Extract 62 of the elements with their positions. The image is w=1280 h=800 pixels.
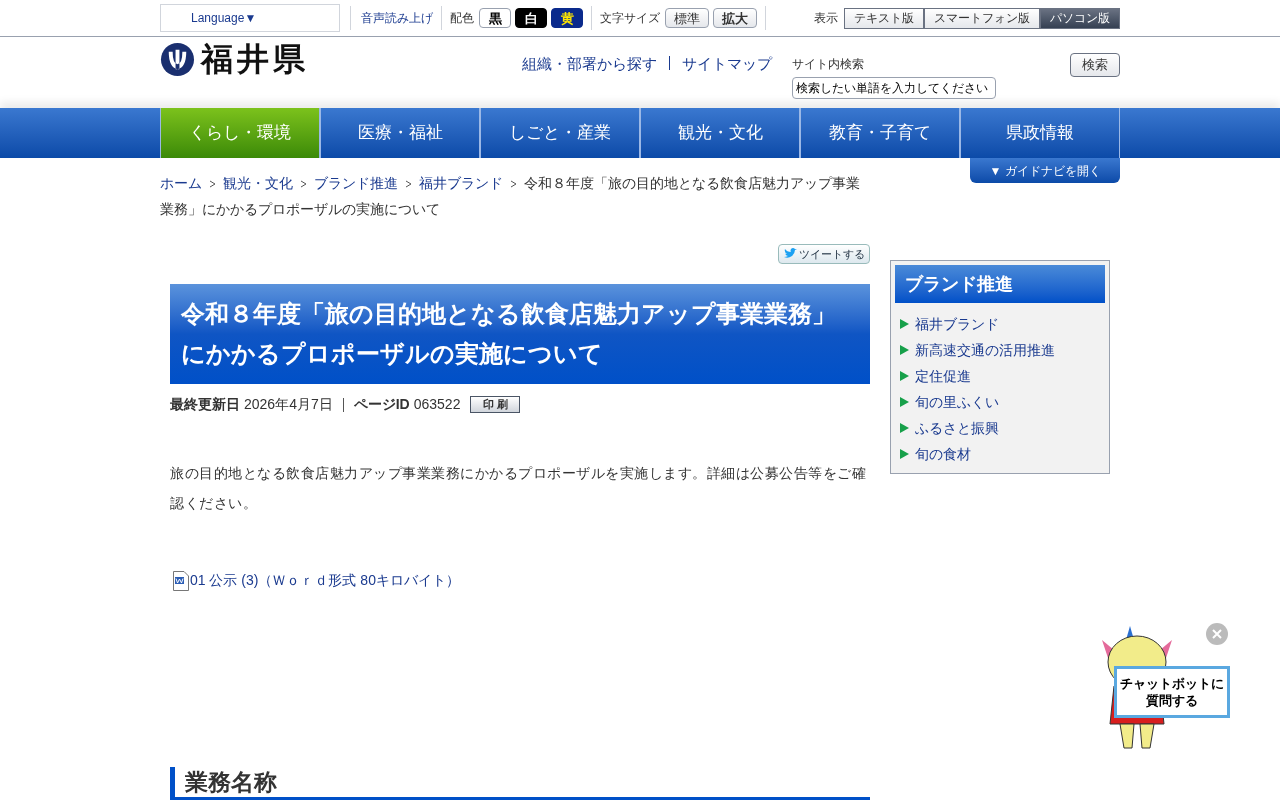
breadcrumb-link[interactable]: 観光・文化 [223,175,293,191]
close-button[interactable] [1206,623,1228,645]
chevron-icon [405,180,412,189]
breadcrumb-trail: ホーム 観光・文化 ブランド推進 福井ブランド 令和８年度「旅の目的地となる飲食店魅力アップ事業業務」にかかるプロポーザルの実施について [160,174,860,219]
search-field[interactable]: 検索したい単語を入力してください [792,77,996,99]
color-scheme-button[interactable]: 黒 [479,8,511,28]
sidebar-link[interactable]: ふるさと振興 [915,417,999,439]
triangle-icon [900,345,909,355]
triangle-icon [900,371,909,381]
word-file-icon [173,571,189,591]
header-link[interactable]: 組織・部署から探す [522,53,657,76]
breadcrumb-link[interactable]: ホーム [160,175,202,191]
bird-icon [783,248,797,260]
language-button[interactable]: Language▼ [160,4,340,32]
speech-link[interactable]: 音声読み上げ [361,9,433,27]
sidebar-link[interactable]: 旬の食材 [915,443,971,465]
chevron-icon [300,180,307,189]
section-heading: 業務名称 [170,767,870,800]
font-size-label: 文字サイズ [600,10,660,27]
chatbot-sign[interactable]: チャットボットに質問する [1114,666,1230,718]
logo-icon [160,41,195,77]
close-icon [1212,629,1222,639]
triangle-icon [900,397,909,407]
nav-tab[interactable]: 教育・子育て [800,108,960,158]
breadcrumb-link[interactable]: 福井ブランド [419,175,503,191]
view-tab[interactable]: スマートフォン版 [924,7,1040,29]
sidebar-title: ブランド推進 [895,265,1105,303]
sidebar-link[interactable]: 定住促進 [915,365,971,387]
chevron-icon [510,180,517,189]
sidebar-link[interactable]: 旬の里ふくい [915,391,999,413]
chevron-icon [209,180,216,189]
updated-label: 最終更新日 [170,395,240,414]
logo-text[interactable]: 福井県 [201,35,309,83]
header-link[interactable]: サイトマップ [682,53,772,76]
color-scheme-button[interactable]: 白 [515,8,547,28]
view-tab[interactable]: テキスト版 [844,7,924,29]
color-label: 配色 [450,10,474,27]
search-button[interactable]: 検索 [1070,53,1120,77]
tweet-button[interactable]: ツイートする [778,244,870,264]
attachment-link[interactable]: 01 公示 (3)（Ｗｏｒｄ形式 80キロバイト） [190,570,460,591]
color-scheme-button[interactable]: 黄 [551,8,583,28]
page-id-label: ページID [353,395,410,414]
body-text: 旅の目的地となる飲食店魅力アップ事業業務にかかるプロポーザルを実施します。詳細は公募公告等をご確認ください。 [170,464,867,513]
page-title: 令和８年度「旅の目的地となる飲食店魅力アップ事業業務」にかかるプロポーザルの実施について [170,284,870,384]
sidebar-link[interactable]: 新高速交通の活用推進 [915,339,1055,361]
font-size-button[interactable]: 標準 [665,8,709,28]
triangle-icon [900,319,909,329]
nav-tab[interactable]: 観光・文化 [640,108,800,158]
breadcrumb-link[interactable]: ブランド推進 [314,175,398,191]
font-size-button[interactable]: 拡大 [713,8,757,28]
nav-tab[interactable]: しごと・産業 [480,108,640,158]
nav-tab[interactable]: 医療・福祉 [320,108,480,158]
triangle-icon [900,449,909,459]
view-tab[interactable]: パソコン版 [1040,7,1120,29]
guide-navi-button[interactable]: ▼ ガイドナビを開く [970,158,1120,183]
updated-date: 2026年4月7日 [244,395,333,414]
view-label: 表示 [814,10,838,27]
triangle-icon [900,423,909,433]
page-id: 063522 [413,395,461,414]
search-label: サイト内検索 [792,56,865,73]
print-button[interactable]: 印 刷 [470,396,521,413]
sidebar-link[interactable]: 福井ブランド [915,313,999,335]
